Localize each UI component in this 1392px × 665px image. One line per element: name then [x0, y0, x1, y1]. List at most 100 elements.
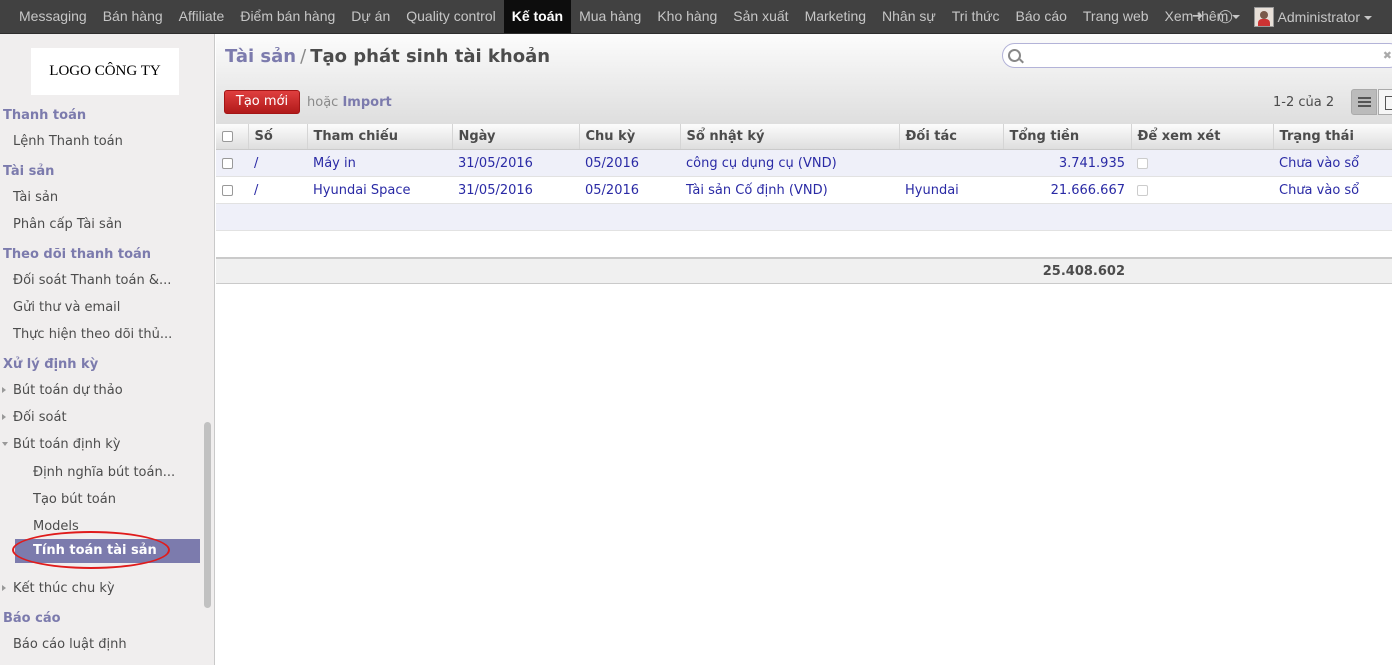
- cell-total: 3.741.935: [1003, 149, 1131, 177]
- section-thanh-toan: Thanh toán: [3, 108, 87, 123]
- caret-down-icon[interactable]: [2, 442, 8, 446]
- column-header[interactable]: Số: [247, 124, 307, 150]
- search-input[interactable]: ✖: [1002, 43, 1392, 68]
- menu-du-an[interactable]: Dự án: [343, 0, 398, 33]
- sidebar-item-tai-san[interactable]: Tài sản: [13, 190, 58, 205]
- import-area: hoặc Import: [307, 95, 392, 110]
- avatar[interactable]: [1253, 6, 1274, 27]
- or-label: hoặc: [307, 95, 339, 110]
- menu-nhan-su[interactable]: Nhân sự: [874, 0, 944, 33]
- sidebar-scrollbar[interactable]: [204, 422, 211, 608]
- footer-cell: [216, 257, 1003, 284]
- sidebar-item-but-toan-du-thao[interactable]: Bút toán dự thảo: [13, 383, 123, 398]
- company-logo[interactable]: LOGO CÔNG TY: [31, 48, 179, 95]
- sidebar-item-tao-but-toan[interactable]: Tạo bút toán: [33, 492, 116, 507]
- sidebar-item-dinh-nghia[interactable]: Định nghĩa bút toán...: [33, 465, 175, 480]
- section-bao-cao: Báo cáo: [3, 611, 61, 626]
- menu-kho-hang[interactable]: Kho hàng: [649, 0, 725, 33]
- cell-ref: Máy in: [307, 149, 452, 177]
- empty-cell: [216, 203, 1392, 231]
- cell-period: 05/2016: [579, 149, 680, 177]
- form-icon: [1385, 96, 1392, 110]
- select-all-header: [216, 124, 248, 150]
- sidebar-item-doi-soat[interactable]: Đối soát: [13, 410, 67, 425]
- review-checkbox: [1137, 157, 1148, 169]
- list-view-button[interactable]: [1351, 89, 1377, 115]
- caret-right-icon[interactable]: [2, 387, 6, 393]
- column-header[interactable]: Tham chiếu: [306, 124, 452, 150]
- menu-ban-hang[interactable]: Bán hàng: [95, 0, 171, 33]
- sidebar-item-doi-soat-thanh-toan[interactable]: Đối soát Thanh toán &...: [13, 273, 171, 288]
- import-link[interactable]: Import: [342, 95, 391, 110]
- breadcrumb-separator: /: [300, 46, 307, 67]
- column-header[interactable]: Đối tác: [898, 124, 1003, 150]
- chevron-down-icon: [1364, 15, 1372, 20]
- empty-row: [216, 230, 1392, 259]
- cell-so: /: [248, 149, 307, 177]
- cell-period: 05/2016: [579, 176, 680, 204]
- breadcrumb: Tài sản / Tạo phát sinh tài khoản: [225, 46, 550, 67]
- create-button[interactable]: Tạo mới: [224, 90, 300, 114]
- sign-in-icon[interactable]: ➔: [1184, 9, 1212, 24]
- control-panel: Tài sản / Tạo phát sinh tài khoản ✖ Tạo mớ…: [216, 34, 1392, 125]
- menu-bao-cao[interactable]: Báo cáo: [1008, 0, 1075, 33]
- cell-partner: [899, 149, 1003, 177]
- main-menu: Messaging Bán hàng Affiliate Điểm bán hà…: [0, 0, 1248, 33]
- column-header[interactable]: Chu kỳ: [578, 124, 680, 150]
- select-all-checkbox[interactable]: [222, 131, 233, 142]
- menu-ke-toan[interactable]: Kế toán: [503, 0, 572, 33]
- chat-icon[interactable]: ◯: [1212, 9, 1240, 24]
- column-header[interactable]: Để xem xét: [1130, 124, 1273, 150]
- table-row[interactable]: / Hyundai Space 31/05/2016 05/2016 Tài s…: [216, 176, 1392, 204]
- table-row[interactable]: / Máy in 31/05/2016 05/2016 công cụ dụng…: [216, 149, 1392, 177]
- cell-journal: công cụ dụng cụ (VND): [680, 149, 899, 177]
- cell-review: [1131, 176, 1273, 204]
- menu-san-xuat[interactable]: Sản xuất: [725, 0, 796, 33]
- list-icon: [1358, 97, 1371, 99]
- list-icon-line: [1358, 105, 1371, 107]
- row-checkbox[interactable]: [222, 184, 233, 196]
- clear-icon[interactable]: ✖: [1383, 49, 1392, 62]
- row-select-cell: [216, 176, 248, 204]
- user-area: ➔ ◯ Administrator: [1184, 0, 1392, 33]
- review-checkbox: [1137, 184, 1148, 196]
- sidebar-item-bao-cao-luat-dinh[interactable]: Báo cáo luật định: [13, 637, 127, 652]
- menu-trang-web[interactable]: Trang web: [1075, 0, 1157, 33]
- caret-right-icon[interactable]: [2, 585, 6, 591]
- sidebar-item-phan-cap[interactable]: Phân cấp Tài sản: [13, 217, 122, 232]
- empty-row: [216, 203, 1392, 231]
- cell-date: 31/05/2016: [452, 176, 579, 204]
- sidebar-item-gui-thu[interactable]: Gửi thư và email: [13, 300, 120, 315]
- menu-quality-control[interactable]: Quality control: [398, 0, 503, 33]
- column-header[interactable]: Tổng tiền: [1002, 124, 1131, 150]
- cell-state: Chưa vào sổ: [1273, 149, 1392, 177]
- form-view-button[interactable]: [1378, 89, 1392, 115]
- menu-affiliate[interactable]: Affiliate: [171, 0, 233, 33]
- sidebar-item-thuc-hien[interactable]: Thực hiện theo dõi thủ...: [13, 327, 172, 342]
- menu-tri-thuc[interactable]: Tri thức: [944, 0, 1008, 33]
- caret-right-icon[interactable]: [2, 414, 6, 420]
- sidebar-item-ket-thuc-chu-ky[interactable]: Kết thúc chu kỳ: [13, 581, 115, 596]
- user-menu[interactable]: Administrator: [1278, 9, 1392, 25]
- cell-review: [1131, 149, 1273, 177]
- breadcrumb-link-tai-san[interactable]: Tài sản: [225, 46, 296, 67]
- menu-diem-ban-hang[interactable]: Điểm bán hàng: [232, 0, 343, 33]
- cell-journal: Tài sản Cố định (VND): [680, 176, 899, 204]
- list-icon-line: [1358, 101, 1371, 103]
- cell-ref: Hyundai Space: [307, 176, 452, 204]
- cell-partner: Hyundai: [899, 176, 1003, 204]
- column-header[interactable]: Sổ nhật ký: [679, 124, 899, 150]
- section-tai-san: Tài sản: [3, 164, 55, 179]
- cell-state: Chưa vào sổ: [1273, 176, 1392, 204]
- pager-value[interactable]: 1-2 của 2: [1273, 95, 1334, 110]
- sidebar: LOGO CÔNG TY Thanh toán Lệnh Thanh toán …: [0, 34, 215, 665]
- column-header[interactable]: Trạng thái: [1272, 124, 1392, 150]
- cell-so: /: [248, 176, 307, 204]
- sidebar-item-but-toan-dinh-ky[interactable]: Bút toán định kỳ: [13, 437, 120, 452]
- sidebar-item-lenh-thanh-toan[interactable]: Lệnh Thanh toán: [13, 134, 123, 149]
- row-checkbox[interactable]: [222, 157, 233, 169]
- menu-messaging[interactable]: Messaging: [11, 0, 95, 33]
- column-header[interactable]: Ngày: [451, 124, 579, 150]
- menu-marketing[interactable]: Marketing: [797, 0, 874, 33]
- menu-mua-hang[interactable]: Mua hàng: [571, 0, 649, 33]
